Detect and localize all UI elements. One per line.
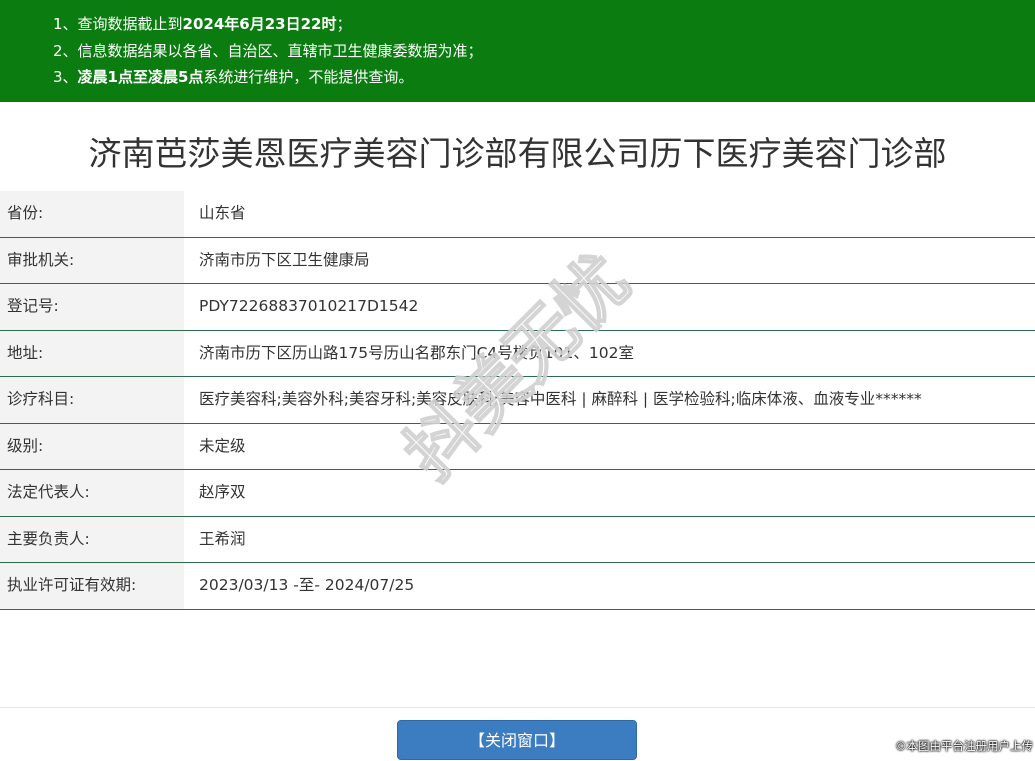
row-label: 法定代表人: (0, 470, 184, 516)
row-value: 山东省 (199, 204, 246, 222)
notice-line-3-prefix: 3、 (53, 68, 78, 86)
info-table: 省份: 山东省 审批机关: 济南市历下区卫生健康局 登记号: PDY722688… (0, 191, 1035, 610)
row-value: 王希润 (199, 529, 246, 548)
table-row: 省份: 山东省 (0, 191, 1035, 238)
notice-line-1-suffix: ； (336, 15, 352, 33)
table-row: 执业许可证有效期: 2023/03/13 -至- 2024/07/25 (0, 563, 1035, 610)
row-label: 地址: (0, 330, 184, 376)
footer-divider (0, 707, 1035, 708)
notice-line-1-prefix: 1、查询数据截止到 (53, 15, 183, 33)
row-label: 主要负责人: (0, 516, 184, 562)
row-value: 济南市历下区卫生健康局 (199, 250, 370, 269)
copyright-notice: ©本图由平台注册用户上传 (895, 739, 1033, 753)
row-label: 省份: (0, 191, 184, 237)
table-row: 法定代表人: 赵序双 (0, 470, 1035, 517)
table-row: 诊疗科目: 医疗美容科;美容外科;美容牙科;美容皮肤科;美容中医科 | 麻醉科 … (0, 377, 1035, 424)
table-row: 主要负责人: 王希润 (0, 516, 1035, 563)
notice-line-3-suffix: 系统进行维护，不能提供查询。 (203, 68, 414, 86)
notice-line-2-text: 2、信息数据结果以各省、自治区、直辖市卫生健康委数据为准； (53, 42, 483, 60)
row-label: 诊疗科目: (0, 377, 184, 423)
notice-line-1-bold: 2024年6月23日22时 (182, 15, 337, 33)
page-title: 济南芭莎美恩医疗美容门诊部有限公司历下医疗美容门诊部 (88, 134, 947, 173)
row-value: 济南市历下区历山路175号历山名郡东门C4号楼负101、102室 (199, 343, 634, 362)
notice-line-3: 3、凌晨1点至凌晨5点系统进行维护，不能提供查询。 (53, 65, 413, 89)
row-label: 级别: (0, 423, 184, 469)
row-value: PDY72268837010217D1542 (199, 297, 419, 315)
table-row: 级别: 未定级 (0, 423, 1035, 470)
table-row: 地址: 济南市历下区历山路175号历山名郡东门C4号楼负101、102室 (0, 330, 1035, 377)
row-label: 审批机关: (0, 237, 184, 283)
row-label: 执业许可证有效期: (0, 563, 184, 609)
notice-line-3-bold: 凌晨1点至凌晨5点 (77, 68, 204, 86)
table-row: 审批机关: 济南市历下区卫生健康局 (0, 237, 1035, 284)
row-label: 登记号: (0, 284, 184, 330)
row-value: 医疗美容科;美容外科;美容牙科;美容皮肤科;美容中医科 | 麻醉科 | 医学检验… (199, 390, 922, 408)
notice-line-1: 1、查询数据截止到2024年6月23日22时； (53, 12, 352, 36)
row-value: 未定级 (199, 436, 246, 455)
notice-banner: 1、查询数据截止到2024年6月23日22时； 2、信息数据结果以各省、自治区、… (0, 0, 1035, 102)
close-window-button[interactable]: 【关闭窗口】 (397, 720, 637, 760)
table-row: 登记号: PDY72268837010217D1542 (0, 284, 1035, 331)
row-value: 赵序双 (199, 483, 246, 501)
notice-line-2: 2、信息数据结果以各省、自治区、直辖市卫生健康委数据为准； (53, 39, 483, 63)
row-value: 2023/03/13 -至- 2024/07/25 (199, 576, 415, 594)
